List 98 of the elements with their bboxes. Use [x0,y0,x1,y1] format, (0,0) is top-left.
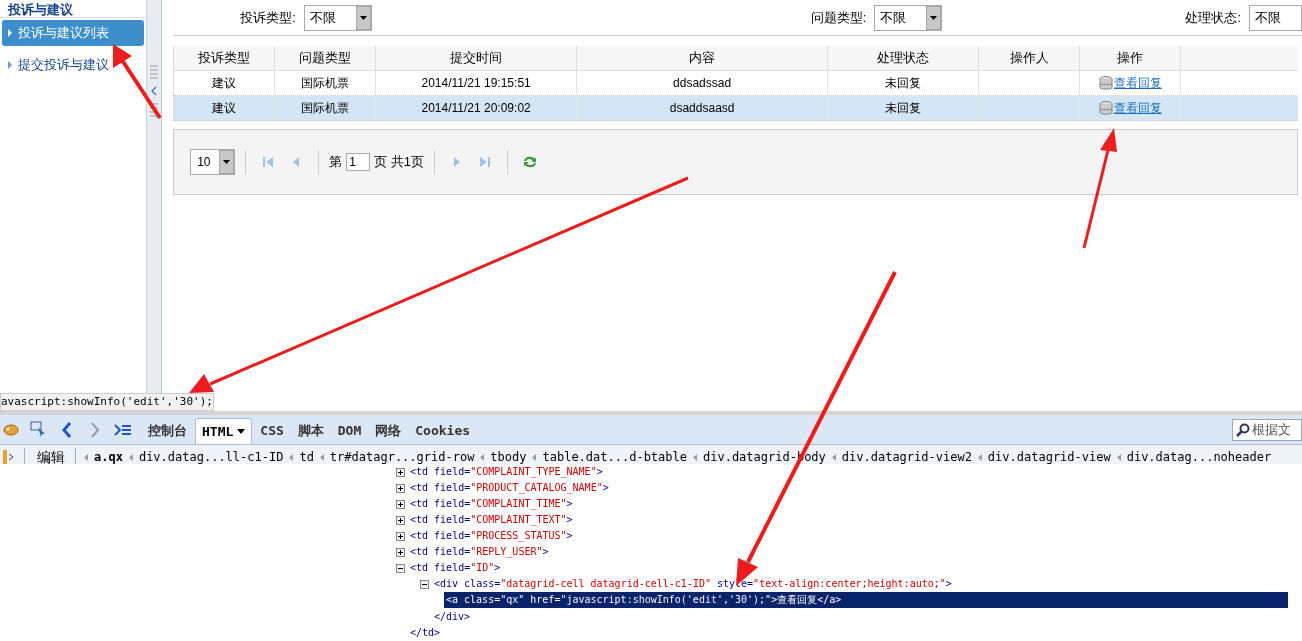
collapse-icon[interactable] [396,563,405,573]
dropdown-arrow-icon[interactable] [355,5,371,30]
column-header[interactable]: 操作人 [979,46,1081,70]
expand-icon[interactable] [396,483,405,493]
expand-icon[interactable] [396,515,405,525]
page-label: 第 [329,153,343,172]
table-cell-text: 国际机票 [301,75,350,92]
next-page-icon [452,156,461,168]
expand-icon[interactable] [396,467,405,477]
chevron-left-icon [1116,453,1121,461]
chevron-left-icon [693,453,697,461]
triangle-icon [8,29,12,37]
chevron-left-icon [128,453,133,461]
sidebar-header: 投诉与建议 [8,3,73,17]
sidebar-item[interactable]: 提交投诉与建议 [2,52,145,78]
chevron-left-icon [289,453,294,461]
table-cell-text: ddsadssad [673,75,732,92]
column-header[interactable]: 操作 [1080,46,1182,70]
previous-page-icon [292,156,301,168]
filter-dropdown[interactable]: 不限 [874,4,943,31]
edit-button[interactable]: 编辑 [35,446,67,468]
page-count-label: 页 共1页 [374,153,424,172]
database-icon [1098,100,1113,116]
filter-dropdown[interactable]: 不限 [303,4,372,31]
table-cell-text: 建议 [212,100,237,117]
triangle-icon [8,61,12,69]
chevron-left-icon [831,453,836,461]
code-line[interactable]: <td field="COMPLAINT_TIME"> [408,496,575,512]
table-cell-text: 未回复 [885,100,922,117]
chevron-left-icon [480,453,485,461]
grip-icon [150,102,159,118]
table-cell-text: 建议 [212,75,237,92]
devtools-tab[interactable]: 脚本 [291,418,330,444]
table-cell-text: 2014/11/21 19:15:51 [421,75,531,92]
breadcrumb-item[interactable]: a.qx [94,448,123,466]
code-line[interactable]: <td field="COMPLAINT_TYPE_NAME"> [408,464,605,480]
table-cell-text: 国际机票 [301,100,350,117]
chevron-left-icon [319,453,324,461]
chevron-left-icon [532,453,537,461]
collapse-icon[interactable] [420,579,429,589]
code-line[interactable]: </div> [434,608,471,624]
code-line[interactable]: <td field="REPLY_USER"> [408,544,551,560]
caret-icon [237,429,246,434]
filter-label: 问题类型: [810,8,867,27]
breadcrumb-item[interactable]: tr#datagr...grid-row [329,448,475,466]
page-size-dropdown[interactable]: 10 [190,149,236,175]
search-field[interactable]: 根据文 [1232,419,1302,441]
search-icon [1236,423,1250,437]
devtools-tab[interactable]: Cookies [409,418,477,444]
expand-icon[interactable] [396,531,405,541]
breadcrumb-item[interactable]: div.datagrid-view2 [841,448,972,466]
first-page-icon [262,156,275,168]
code-line[interactable]: </td> [410,624,441,640]
expand-icon[interactable] [396,547,405,557]
breadcrumb-item[interactable]: tbody [490,448,527,466]
filter-dropdown[interactable]: 不限 [1249,4,1302,31]
grip-icon [150,64,159,80]
page-number-field[interactable]: 1 [346,153,371,171]
breadcrumb-item[interactable]: div.datag...ll-c1-ID [138,448,284,466]
table-cell-text: 未回复 [885,75,922,92]
devtools-tab[interactable]: CSS [254,418,290,444]
breadcrumb-item[interactable]: table.dat...d-btable [542,448,687,466]
refresh-icon [521,155,538,169]
dropdown-arrow-icon[interactable] [219,150,235,174]
devtools-tab[interactable]: DOM [331,418,368,444]
code-line[interactable]: <td field="ID"> [408,560,503,576]
filter-label: 处理状态: [1185,8,1241,27]
table-row[interactable]: 建议 国际机票 2014/11/21 20:09:02 dsaddsaasd 未回复 查看回复 [174,96,1299,121]
devtools-tab[interactable]: 控制台 [142,418,193,444]
database-icon [1098,75,1113,91]
chevron-left-icon [977,453,982,461]
filter-label: 投诉类型: [240,8,296,27]
breadcrumb-item[interactable]: div.datagrid-view [987,448,1111,466]
devtools-tab[interactable]: 网络 [369,418,408,444]
code-line[interactable]: <td field="COMPLAINT_TEXT"> [408,512,575,528]
table-row[interactable]: 建议 国际机票 2014/11/21 19:15:51 ddsadssad 未回复 查看回复 [174,71,1299,96]
column-header[interactable]: 问题类型 [275,46,377,70]
last-page-icon [478,156,491,168]
html-panel-icon[interactable] [2,449,14,465]
dropdown-arrow-icon[interactable] [926,5,942,30]
devtools-tab[interactable]: HTML [195,418,253,444]
code-line[interactable]: <td field="PROCESS_STATUS"> [408,528,575,544]
column-header[interactable]: 投诉类型 [174,46,276,70]
view-reply-link[interactable]: 查看回复 [1113,99,1162,117]
bug-icon[interactable] [2,421,20,439]
column-header[interactable]: 处理状态 [828,46,980,70]
table-cell-text: dsaddsaasd [669,100,735,117]
sidebar-item[interactable]: 投诉与建议列表 [2,20,145,46]
column-header[interactable]: 内容 [577,46,829,70]
expand-icon[interactable] [396,499,405,509]
breadcrumb-item[interactable]: td [299,448,314,466]
chevron-left-icon [84,453,88,461]
view-reply-link[interactable]: 查看回复 [1113,74,1162,92]
status-url-text: avascript:showInfo('edit','30'); [1,395,213,408]
code-line[interactable]: <td field="PRODUCT_CATALOG_NAME"> [408,480,611,496]
column-header[interactable]: 提交时间 [376,46,578,70]
breadcrumb-item[interactable]: div.datag...noheader [1126,448,1272,466]
table-cell-text: 2014/11/21 20:09:02 [421,100,531,117]
